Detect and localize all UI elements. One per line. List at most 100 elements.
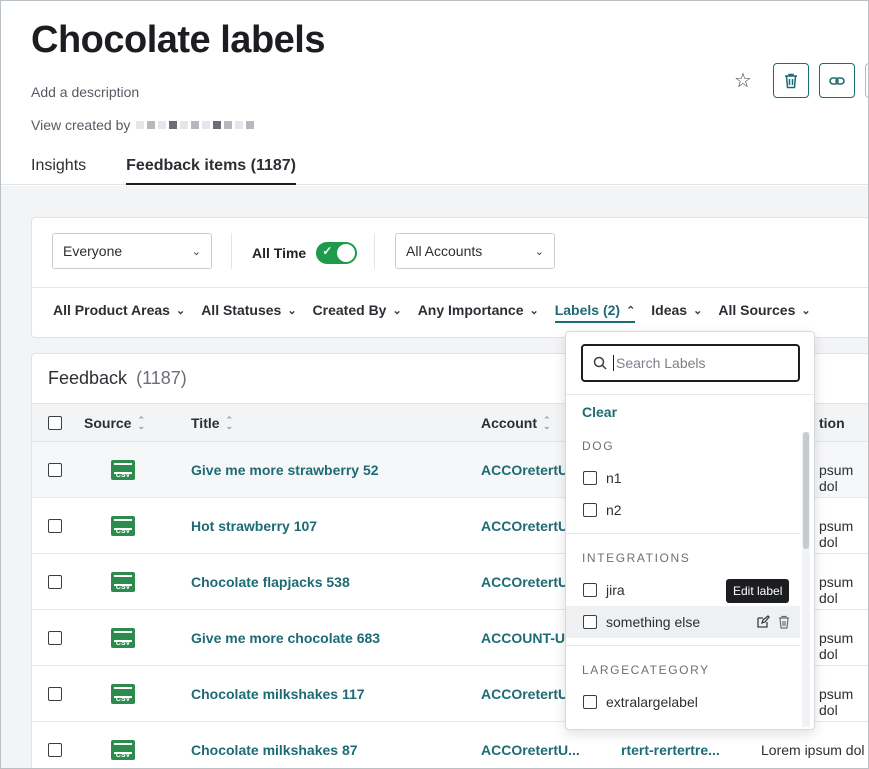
all-time-toggle-group: All Time ✓: [252, 242, 358, 264]
description-text: psum dol: [819, 518, 854, 550]
feedback-title-link[interactable]: Chocolate milkshakes 117: [191, 686, 365, 702]
select-all-checkbox[interactable]: [48, 416, 62, 430]
trash-icon[interactable]: [778, 615, 790, 629]
label-checkbox[interactable]: [583, 583, 597, 597]
row-checkbox[interactable]: [48, 631, 62, 645]
feedback-title-link[interactable]: Chocolate flapjacks 538: [191, 574, 350, 590]
column-label: Title: [191, 415, 220, 431]
label-name: extralargelabel: [606, 694, 698, 710]
all-time-toggle[interactable]: ✓: [316, 242, 358, 264]
row-checkbox[interactable]: [48, 687, 62, 701]
column-label: Source: [84, 415, 132, 431]
description-text: psum dol: [819, 686, 854, 718]
label-checkbox[interactable]: [583, 471, 597, 485]
account-link[interactable]: ACCOretertU...: [481, 742, 580, 758]
created-by: View created by: [31, 117, 255, 133]
label-option[interactable]: extralargelabel: [566, 686, 800, 718]
sort-icon: ⌃ ⌄: [225, 415, 234, 431]
trash-icon: [785, 73, 797, 88]
feedback-title-link[interactable]: Chocolate milkshakes 87: [191, 742, 358, 758]
sort-icon: ⌃ ⌄: [543, 415, 551, 431]
star-icon[interactable]: ☆: [731, 69, 755, 93]
label-option[interactable]: n1: [566, 462, 800, 494]
tab-feedback-items[interactable]: Feedback items (1187): [126, 157, 297, 185]
clear-labels-button[interactable]: Clear: [582, 404, 617, 420]
account-link[interactable]: ACCOretertU: [481, 518, 568, 534]
column-account[interactable]: Account ⌃ ⌄: [481, 415, 551, 431]
search-labels-input[interactable]: Search Labels: [581, 344, 800, 382]
filters-panel: Everyone ⌄ All Time ✓ All Accounts ⌄ All…: [31, 217, 868, 338]
page-header: Chocolate labels Add a description View …: [1, 1, 868, 185]
description-field[interactable]: Add a description: [31, 84, 139, 100]
chevron-down-icon: ⌄: [191, 245, 201, 258]
label-checkbox[interactable]: [583, 695, 597, 709]
row-checkbox[interactable]: [48, 463, 62, 477]
feedback-title: Feedback: [48, 368, 128, 388]
filter-sources[interactable]: All Sources ⌄: [718, 302, 810, 318]
row-checkbox[interactable]: [48, 743, 62, 757]
edit-icon[interactable]: [756, 615, 770, 629]
toggle-knob: [337, 244, 356, 262]
feedback-title-link[interactable]: Hot strawberry 107: [191, 518, 317, 534]
csv-icon: CSV: [111, 460, 135, 480]
label-checkbox[interactable]: [583, 615, 597, 629]
divider: [566, 533, 800, 534]
scrollbar-thumb[interactable]: [803, 432, 809, 549]
description-text: psum dol: [819, 574, 854, 606]
divider: [566, 645, 800, 646]
feedback-count: (1187): [136, 368, 187, 388]
redacted-author-name: [136, 121, 255, 129]
copy-link-button[interactable]: [819, 63, 855, 98]
people-select-value: Everyone: [63, 243, 123, 259]
page-title: Chocolate labels: [31, 19, 325, 61]
divider: [374, 233, 375, 269]
link-icon: [829, 76, 845, 85]
chevron-down-icon: ⌄: [534, 245, 544, 258]
filter-label: Ideas: [651, 302, 688, 318]
column-source[interactable]: Source ⌃ ⌄: [84, 415, 145, 431]
text-cursor: [613, 355, 614, 371]
row-checkbox[interactable]: [48, 519, 62, 533]
account-link[interactable]: rtert-rertertre...: [621, 742, 720, 758]
label-name: something else: [606, 614, 701, 630]
chevron-up-icon: ⌃: [626, 304, 636, 317]
filter-created-by[interactable]: Created By ⌄: [313, 302, 402, 318]
account-link[interactable]: ACCOretertU: [481, 686, 568, 702]
filter-importance[interactable]: Any Importance ⌄: [418, 302, 539, 318]
tab-insights[interactable]: Insights: [31, 157, 86, 185]
filter-statuses[interactable]: All Statuses ⌄: [201, 302, 296, 318]
column-title[interactable]: Title ⌃ ⌄: [191, 415, 233, 431]
header-actions: ☆: [731, 63, 868, 98]
chevron-down-icon: ⌄: [175, 304, 186, 317]
csv-icon: CSV: [111, 572, 135, 592]
account-link[interactable]: ACCOretertU: [481, 574, 568, 590]
filter-label: All Product Areas: [53, 302, 170, 318]
column-description[interactable]: tion: [819, 415, 845, 431]
share-button[interactable]: [865, 63, 868, 98]
filter-product-areas[interactable]: All Product Areas ⌄: [53, 302, 185, 318]
chevron-down-icon: ⌄: [801, 304, 811, 317]
row-checkbox[interactable]: [48, 575, 62, 589]
sort-icon: ⌃ ⌄: [137, 415, 146, 431]
filter-ideas[interactable]: Ideas ⌄: [651, 302, 702, 318]
accounts-select[interactable]: All Accounts ⌄: [395, 233, 555, 269]
csv-icon: CSV: [111, 684, 135, 704]
label-option[interactable]: something else: [566, 606, 800, 638]
account-link[interactable]: ACCOretertU: [481, 462, 568, 478]
label-checkbox[interactable]: [583, 503, 597, 517]
filter-labels[interactable]: Labels (2) ⌃: [554, 302, 636, 323]
chevron-down-icon: ⌄: [287, 304, 297, 317]
dropdown-scrollbar[interactable]: [802, 432, 810, 727]
accounts-select-value: All Accounts: [406, 243, 483, 259]
feedback-title-link[interactable]: Give me more chocolate 683: [191, 630, 380, 646]
people-select[interactable]: Everyone ⌄: [52, 233, 212, 269]
column-label: Account: [481, 415, 537, 431]
account-link[interactable]: ACCOUNT-U: [481, 630, 565, 646]
filter-row: All Product Areas ⌄ All Statuses ⌄ Created…: [53, 302, 811, 323]
delete-button[interactable]: [773, 63, 809, 98]
tab-bar: Insights Feedback items (1187): [31, 157, 297, 185]
search-icon: [593, 356, 607, 370]
description-text: psum dol: [819, 630, 854, 662]
feedback-title-link[interactable]: Give me more strawberry 52: [191, 462, 379, 478]
label-option[interactable]: n2: [566, 494, 800, 526]
